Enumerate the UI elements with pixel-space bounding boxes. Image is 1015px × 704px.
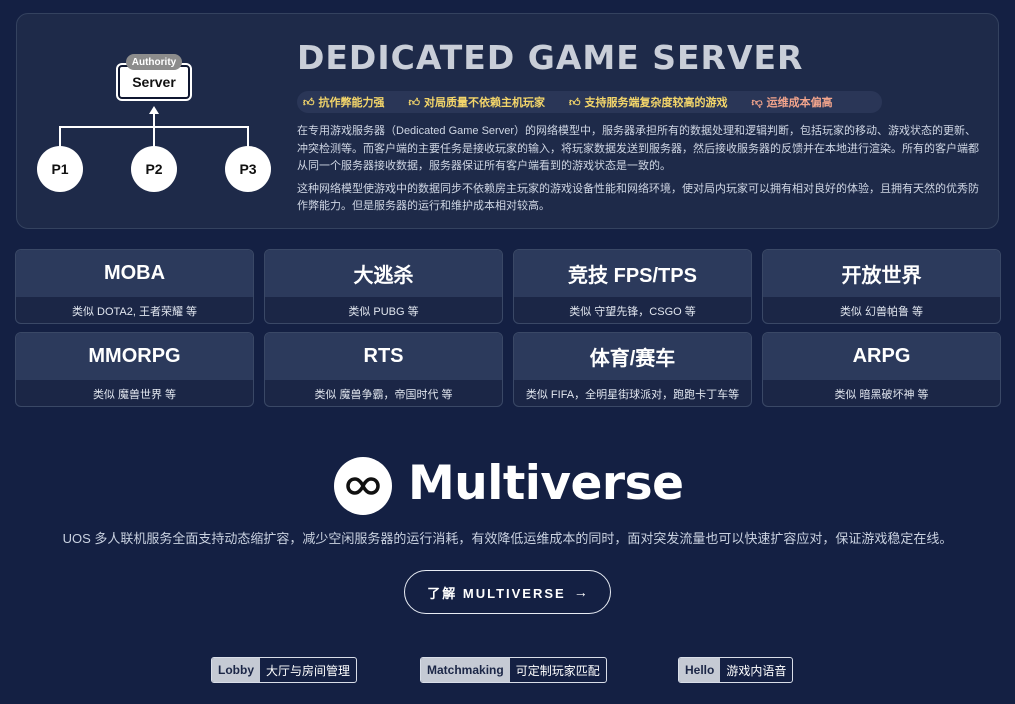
genre-examples: 类似 DOTA2, 王者荣耀 等 <box>71 305 198 318</box>
feature-badge-lobby: Lobby 大厅与房间管理 <box>211 657 358 683</box>
feature-key: Hello <box>679 658 721 682</box>
genre-title: RTS <box>265 333 502 380</box>
feature-value: 可定制玩家匹配 <box>515 663 600 678</box>
genre-card-moba: MOBA 类似 DOTA2, 王者荣耀 等 <box>15 249 254 324</box>
genre-title: 开放世界 <box>763 250 1000 297</box>
dedicated-server-card: Server Authority P1 P2 P3 DEDICATED GAME… <box>16 13 999 229</box>
description-paragraph: 在专用游戏服务器（Dedicated Game Server）的网络模型中，服务… <box>297 125 979 172</box>
cta-label: 了解 MULTIVERSE <box>427 585 566 601</box>
player-node-p3: P3 <box>225 146 271 192</box>
genre-title: 体育/赛车 <box>514 333 751 380</box>
thumbs-up-icon: 👍︎ <box>408 96 421 109</box>
genre-title: MOBA <box>16 250 253 297</box>
tag-pro: 👍︎ 对局质量不依赖主机玩家 <box>408 96 546 110</box>
tag-con: 👎︎ 运维成本偏高 <box>751 96 833 110</box>
server-label: Server <box>118 65 190 99</box>
genre-card-arpg: ARPG 类似 暗黑破坏神 等 <box>762 332 1001 407</box>
genre-title: 竞技 FPS/TPS <box>514 250 751 297</box>
diagram-connector-lines <box>59 106 249 149</box>
tag-pro: 👍︎ 抗作弊能力强 <box>303 96 385 110</box>
infinity-icon <box>346 477 380 495</box>
multiverse-title: Multiverse <box>408 456 684 511</box>
feature-key: Matchmaking <box>421 658 510 682</box>
multiverse-description: UOS 多人联机服务全面支持动态缩扩容，减少空闲服务器的运行消耗，有效降低运维成… <box>62 531 953 546</box>
genre-examples: 类似 魔兽世界 等 <box>92 388 177 401</box>
hero-description: 在专用游戏服务器（Dedicated Game Server）的网络模型中，服务… <box>297 123 982 216</box>
genre-card-rts: RTS 类似 魔兽争霸，帝国时代 等 <box>264 332 503 407</box>
genre-examples: 类似 魔兽争霸，帝国时代 等 <box>314 388 453 401</box>
description-paragraph: 这种网络模型使游戏中的数据同步不依赖房主玩家的游戏设备性能和网络环境，使对局内玩… <box>297 182 979 213</box>
tag-pro: 👍︎ 支持服务端复杂度较高的游戏 <box>569 96 728 110</box>
feature-badge-matchmaking: Matchmaking 可定制玩家匹配 <box>420 657 607 683</box>
genre-card-sports-racing: 体育/赛车类似 FIFA，全明星街球派对，跑跑卡丁车等 <box>513 332 752 407</box>
arrow-up-icon <box>149 106 159 114</box>
genre-card-mmorpg: MMORPG 类似 魔兽世界 等 <box>15 332 254 407</box>
genre-examples: 类似 FIFA，全明星街球派对，跑跑卡丁车等 <box>525 388 740 401</box>
thumbs-up-icon: 👍︎ <box>303 96 315 109</box>
feature-key: Lobby <box>212 658 260 682</box>
genre-card-fps-tps: 竞技 FPS/TPS 类似 守望先锋，CSGO 等 <box>513 249 752 324</box>
genre-examples: 类似 暗黑破坏神 等 <box>834 388 929 401</box>
hero-title: DEDICATED GAME SERVER <box>297 38 804 77</box>
player-node-p2: P2 <box>131 146 177 192</box>
feature-tags: 👍︎ 抗作弊能力强 👍︎ 对局质量不依赖主机玩家 👍︎ 支持服务端复杂度较高的游戏 👎… <box>297 91 882 113</box>
thumbs-down-icon: 👎︎ <box>751 96 763 109</box>
feature-value: 大厅与房间管理 <box>266 663 351 678</box>
genre-card-battle-royale: 大逃杀类似 PUBG 等 <box>264 249 503 324</box>
thumbs-up-icon: 👍︎ <box>569 96 581 109</box>
arrow-right-icon: → <box>573 584 588 600</box>
network-diagram: Server Authority P1 P2 P3 <box>17 14 287 230</box>
hero-text: DEDICATED GAME SERVER 👍︎ 抗作弊能力强 👍︎ 对局质量不依赖… <box>297 38 982 216</box>
genre-examples: 类似 幻兽帕鲁 等 <box>839 305 924 318</box>
genre-grid: MOBA 类似 DOTA2, 王者荣耀 等 大逃杀类似 PUBG 等 竞技 FPS… <box>15 249 1001 407</box>
multiverse-logo <box>334 457 392 515</box>
feature-value: 游戏内语音 <box>726 663 787 678</box>
genre-title: 大逃杀 <box>265 250 502 297</box>
genre-examples: 类似 守望先锋，CSGO 等 <box>569 305 696 318</box>
genre-title: MMORPG <box>16 333 253 380</box>
genre-examples: 类似 PUBG 等 <box>348 305 419 318</box>
feature-badge-hello: Hello 游戏内语音 <box>678 657 794 683</box>
authority-tag: Authority <box>126 54 182 70</box>
genre-title: ARPG <box>763 333 1000 380</box>
genre-card-open-world: 开放世界类似 幻兽帕鲁 等 <box>762 249 1001 324</box>
learn-multiverse-button[interactable]: 了解 MULTIVERSE → <box>404 570 611 614</box>
player-node-p1: P1 <box>37 146 83 192</box>
